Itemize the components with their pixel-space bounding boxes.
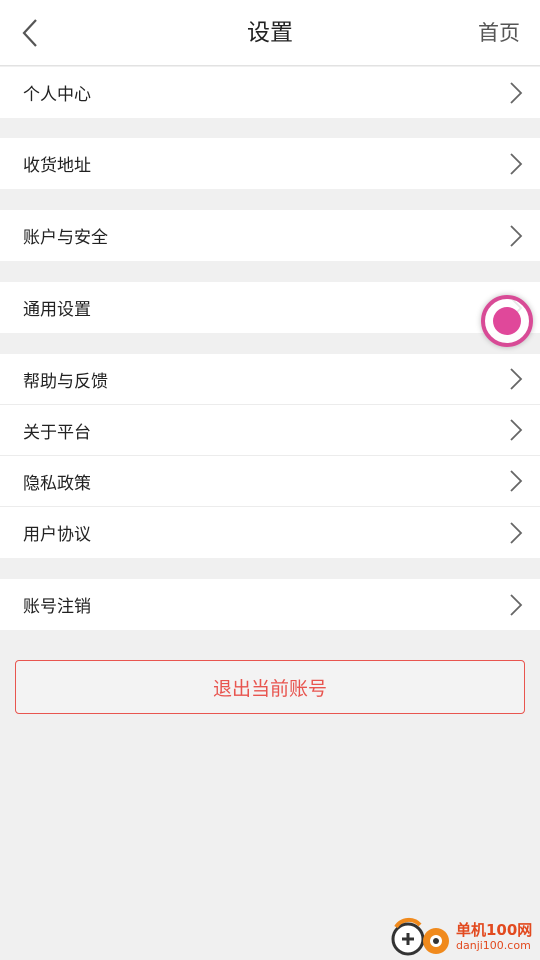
assistive-touch-button[interactable] (481, 295, 533, 347)
settings-item-label: 关于平台 (23, 422, 91, 443)
chevron-right-icon (510, 224, 523, 247)
home-link[interactable]: 首页 (478, 0, 520, 66)
settings-item-delete-account[interactable]: 账号注销 (0, 579, 540, 630)
settings-group-6: 账号注销 (0, 579, 540, 630)
chevron-right-icon (510, 593, 523, 616)
watermark: 单机100网 danji100.com (390, 915, 540, 960)
watermark-domain: danji100.com (456, 939, 531, 952)
chevron-right-icon (510, 152, 523, 175)
chevron-left-icon (22, 19, 37, 47)
settings-item-about[interactable]: 关于平台 (0, 405, 540, 456)
logout-label: 退出当前账号 (212, 677, 327, 700)
floating-dot-icon (493, 307, 521, 335)
settings-item-personal-center[interactable]: 个人中心 (0, 67, 540, 118)
settings-item-label: 账号注销 (23, 597, 91, 617)
chevron-right-icon (510, 368, 523, 390)
settings-group-3: 账户与安全 (0, 210, 540, 261)
settings-group-2: 收货地址 (0, 138, 540, 189)
watermark-logo-icon (391, 917, 449, 956)
page-title: 设置 (247, 20, 293, 46)
settings-item-general[interactable]: 通用设置 (0, 282, 540, 333)
settings-item-privacy-policy[interactable]: 隐私政策 (0, 456, 540, 507)
settings-item-help-feedback[interactable]: 帮助与反馈 (0, 354, 540, 405)
header-bar: 设置 首页 (0, 0, 540, 66)
settings-group-5: 帮助与反馈 关于平台 隐私政策 用户协议 (0, 354, 540, 558)
settings-group-4: 通用设置 (0, 282, 540, 333)
logout-button[interactable]: 退出当前账号 (15, 660, 525, 714)
chevron-right-icon (510, 419, 523, 441)
watermark-name: 单机100网 (456, 921, 533, 939)
settings-item-user-agreement[interactable]: 用户协议 (0, 507, 540, 558)
chevron-right-icon (510, 81, 523, 104)
settings-item-label: 隐私政策 (23, 473, 91, 494)
settings-item-label: 通用设置 (23, 300, 91, 320)
settings-item-label: 个人中心 (23, 85, 91, 105)
back-button[interactable] (10, 12, 50, 54)
settings-item-shipping-address[interactable]: 收货地址 (0, 138, 540, 189)
chevron-right-icon (510, 521, 523, 544)
settings-group-1: 个人中心 (0, 67, 540, 118)
settings-item-label: 用户协议 (23, 525, 91, 545)
chevron-right-icon (510, 470, 523, 492)
settings-item-label: 帮助与反馈 (23, 371, 108, 392)
settings-item-account-security[interactable]: 账户与安全 (0, 210, 540, 261)
settings-item-label: 收货地址 (23, 156, 91, 176)
settings-item-label: 账户与安全 (23, 228, 108, 248)
